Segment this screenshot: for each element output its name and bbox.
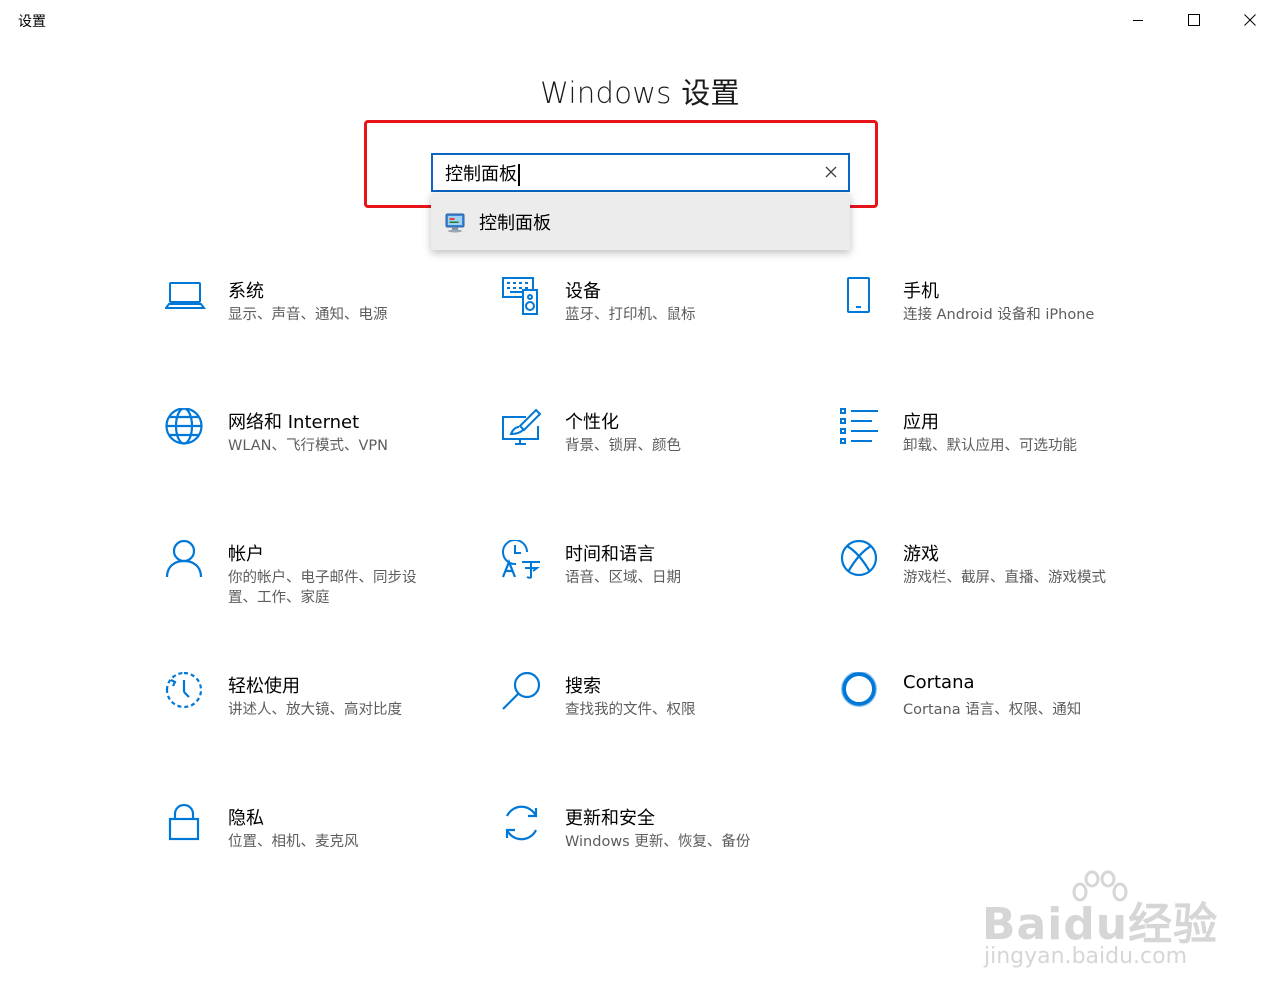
person-icon — [165, 540, 207, 582]
watermark-brand: Baidu经验 — [982, 899, 1219, 950]
minimize-icon — [1133, 20, 1143, 21]
tile-title: 手机 — [903, 281, 939, 302]
clear-icon — [825, 166, 837, 178]
close-icon — [1244, 14, 1256, 26]
tile-devices[interactable]: 设备 蓝牙、打印机、鼠标 — [502, 277, 802, 367]
baidu-watermark: Baidu经验 jingyan.baidu.com — [982, 868, 1222, 978]
tile-title: 网络和 Internet — [228, 412, 360, 433]
tile-title: 隐私 — [228, 808, 264, 829]
watermark-url: jingyan.baidu.com — [984, 944, 1188, 969]
tile-desc: 语音、区域、日期 — [565, 570, 681, 586]
tile-gaming[interactable]: 游戏 游戏栏、截屏、直播、游戏模式 — [840, 540, 1140, 630]
tile-personalization[interactable]: 个性化 背景、锁屏、颜色 — [502, 408, 802, 498]
cortana-icon — [840, 672, 882, 714]
tile-phone[interactable]: 手机 连接 Android 设备和 iPhone — [840, 277, 1140, 367]
tile-update-security[interactable]: 更新和安全 Windows 更新、恢复、备份 — [502, 804, 802, 894]
tile-title: 游戏 — [903, 544, 939, 565]
text-caret — [518, 164, 520, 186]
tile-title: 设备 — [565, 281, 601, 302]
clear-search-button[interactable] — [822, 163, 840, 181]
tile-desc: 游戏栏、截屏、直播、游戏模式 — [903, 570, 1106, 586]
tile-desc: 讲述人、放大镜、高对比度 — [228, 702, 402, 718]
tile-title: 轻松使用 — [228, 676, 300, 697]
search-input[interactable]: 控制面板 — [445, 160, 520, 186]
tile-ease-of-access[interactable]: 轻松使用 讲述人、放大镜、高对比度 — [165, 672, 465, 762]
minimize-button[interactable] — [1110, 0, 1166, 40]
tile-desc: 查找我的文件、权限 — [565, 702, 696, 718]
paint-brush-icon — [502, 408, 544, 450]
tile-title: 帐户 — [228, 544, 264, 565]
tile-desc: 位置、相机、麦克风 — [228, 834, 359, 850]
tile-desc: Cortana 语言、权限、通知 — [903, 702, 1082, 718]
lock-icon — [165, 804, 207, 846]
title-bar: 设置 — [0, 0, 1280, 40]
tile-apps[interactable]: 应用 卸载、默认应用、可选功能 — [840, 408, 1140, 498]
tile-desc: 蓝牙、打印机、鼠标 — [565, 307, 696, 323]
tile-title: 系统 — [228, 281, 264, 302]
control-panel-icon — [445, 213, 467, 237]
devices-icon — [502, 277, 544, 319]
tile-desc: 你的帐户、电子邮件、同步设置、工作、家庭 — [228, 570, 417, 606]
search-field[interactable]: 控制面板 — [431, 153, 850, 192]
tile-title: 时间和语言 — [565, 544, 655, 565]
close-button[interactable] — [1222, 0, 1278, 40]
tile-search[interactable]: 搜索 查找我的文件、权限 — [502, 672, 802, 762]
tile-title: 搜索 — [565, 676, 601, 697]
app-title: 设置 — [18, 14, 46, 30]
ease-of-access-icon — [165, 672, 207, 714]
laptop-icon — [165, 277, 207, 319]
tile-privacy[interactable]: 隐私 位置、相机、麦克风 — [165, 804, 465, 894]
page-title: Windows 设置 — [540, 76, 740, 110]
tile-network[interactable]: 网络和 Internet WLAN、飞行模式、VPN — [165, 408, 465, 498]
maximize-button[interactable] — [1166, 0, 1222, 40]
maximize-icon — [1188, 14, 1200, 26]
tile-title: 个性化 — [565, 412, 619, 433]
tile-desc: 卸载、默认应用、可选功能 — [903, 438, 1077, 454]
apps-list-icon — [840, 408, 882, 450]
tile-accounts[interactable]: 帐户 你的帐户、电子邮件、同步设置、工作、家庭 — [165, 540, 465, 630]
search-suggestions: 控制面板 — [431, 193, 850, 250]
tile-cortana[interactable]: Cortana Cortana 语言、权限、通知 — [840, 672, 1140, 762]
tile-time-language[interactable]: 时间和语言 语音、区域、日期 — [502, 540, 802, 630]
magnifier-icon — [502, 672, 544, 714]
suggestion-item[interactable]: 控制面板 — [431, 193, 850, 250]
tile-desc: Windows 更新、恢复、备份 — [565, 834, 751, 850]
phone-icon — [840, 277, 882, 319]
tile-title: Cortana — [903, 672, 975, 693]
tile-title: 更新和安全 — [565, 808, 655, 829]
tile-desc: WLAN、飞行模式、VPN — [228, 438, 389, 454]
tile-desc: 显示、声音、通知、电源 — [228, 307, 388, 323]
tile-desc: 背景、锁屏、颜色 — [565, 438, 681, 454]
tile-system[interactable]: 系统 显示、声音、通知、电源 — [165, 277, 465, 367]
xbox-icon — [840, 540, 882, 582]
globe-icon — [165, 408, 207, 450]
update-icon — [502, 804, 544, 846]
tile-title: 应用 — [903, 412, 939, 433]
tile-desc: 连接 Android 设备和 iPhone — [903, 307, 1095, 323]
suggestion-label: 控制面板 — [479, 213, 551, 234]
time-language-icon — [502, 540, 544, 582]
